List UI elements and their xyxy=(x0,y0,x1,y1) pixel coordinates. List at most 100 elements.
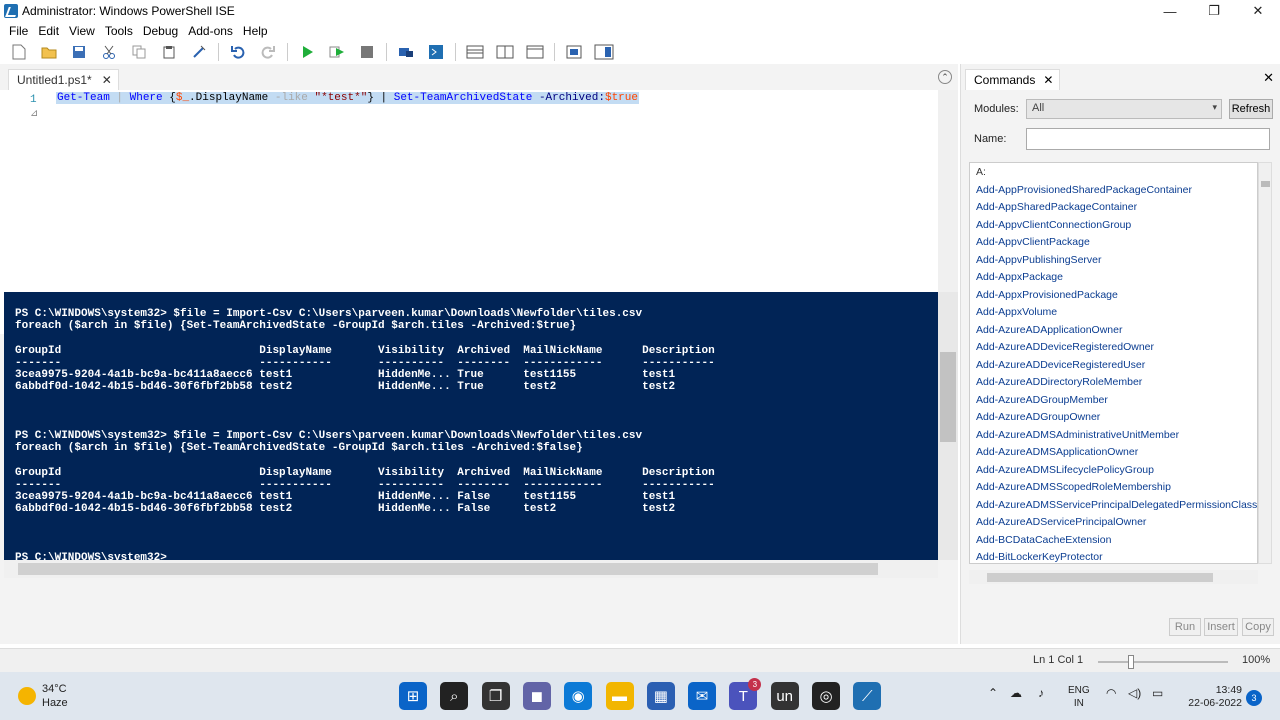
save-icon[interactable] xyxy=(68,42,90,62)
command-list-item[interactable]: Add-AzureADMSApplicationOwner xyxy=(976,446,1138,458)
menu-help[interactable]: Help xyxy=(238,24,273,38)
show-script-pane-top-icon[interactable] xyxy=(464,42,486,62)
name-filter-input[interactable] xyxy=(1026,128,1270,150)
close-pane-icon[interactable]: ✕ xyxy=(1263,70,1274,86)
copy-icon[interactable] xyxy=(128,42,150,62)
command-list-item[interactable]: Add-AzureADDeviceRegisteredUser xyxy=(976,359,1145,371)
command-list-horizontal-scrollbar[interactable] xyxy=(969,570,1258,584)
clock[interactable]: 13:49 22-06-2022 xyxy=(1178,684,1242,710)
command-list-scroll-thumb[interactable] xyxy=(1261,181,1270,187)
battery-icon[interactable]: ▭ xyxy=(1152,686,1163,700)
edge-icon[interactable]: ◉ xyxy=(564,682,593,710)
command-list-item[interactable]: Add-AzureADDirectoryRoleMember xyxy=(976,376,1142,388)
command-list-item[interactable]: Add-AppxProvisionedPackage xyxy=(976,289,1118,301)
command-list-item[interactable]: Add-AzureADMSAdministrativeUnitMember xyxy=(976,429,1179,441)
store-icon[interactable]: ▦ xyxy=(646,682,675,710)
menu-file[interactable]: File xyxy=(4,24,33,38)
command-list-vertical-scrollbar[interactable] xyxy=(1258,162,1272,564)
menu-tools[interactable]: Tools xyxy=(100,24,138,38)
clear-console-icon[interactable] xyxy=(188,42,210,62)
command-list-item[interactable]: Add-AzureADDeviceRegisteredOwner xyxy=(976,341,1154,353)
show-script-pane-right-icon[interactable] xyxy=(494,42,516,62)
show-command-window-icon[interactable] xyxy=(563,42,585,62)
console-hscroll-thumb[interactable] xyxy=(18,563,878,575)
microphone-icon[interactable]: ♪ xyxy=(1038,686,1044,700)
obs-icon[interactable]: ◎ xyxy=(812,682,840,710)
run-button[interactable]: Run xyxy=(1169,618,1201,636)
command-group-header[interactable]: A: xyxy=(976,166,986,178)
minimize-button[interactable]: — xyxy=(1148,0,1192,22)
tab-commands[interactable]: Commands ✕ xyxy=(965,69,1061,90)
close-button[interactable]: ✕ xyxy=(1236,0,1280,22)
command-list-item[interactable]: Add-AppProvisionedSharedPackageContainer xyxy=(976,184,1192,196)
onedrive-icon[interactable]: ☁ xyxy=(1010,686,1022,700)
console-scroll-thumb[interactable] xyxy=(940,352,956,442)
undo-icon[interactable] xyxy=(227,42,249,62)
chat-icon[interactable]: ◼ xyxy=(522,682,551,710)
command-list-item[interactable]: Add-AzureADMSLifecyclePolicyGroup xyxy=(976,464,1154,476)
remote-powershell-icon[interactable] xyxy=(395,42,417,62)
file-explorer-icon[interactable]: ▬ xyxy=(605,682,634,710)
new-file-icon[interactable] xyxy=(8,42,30,62)
open-folder-icon[interactable] xyxy=(38,42,60,62)
start-powershell-icon[interactable] xyxy=(425,42,447,62)
menu-view[interactable]: View xyxy=(64,24,100,38)
zoom-slider-thumb[interactable] xyxy=(1127,655,1134,669)
collapse-script-pane-icon[interactable]: ⌃ xyxy=(938,70,952,84)
command-list-item[interactable]: Add-BCDataCacheExtension xyxy=(976,534,1111,546)
tab-untitled1[interactable]: Untitled1.ps1* ✕ xyxy=(8,69,119,90)
paste-icon[interactable] xyxy=(158,42,180,62)
powershell-ise-icon[interactable]: ⟋ xyxy=(853,682,882,710)
notification-badge[interactable]: 3 xyxy=(1246,690,1262,706)
stop-icon[interactable] xyxy=(356,42,378,62)
console-pane[interactable]: PS C:\WINDOWS\system32> $file = Import-C… xyxy=(4,292,938,564)
un-app-icon[interactable]: un xyxy=(770,682,799,710)
menu-debug[interactable]: Debug xyxy=(138,24,183,38)
show-command-addon-icon[interactable] xyxy=(593,42,615,62)
command-list-item[interactable]: Add-AzureADGroupMember xyxy=(976,394,1108,406)
refresh-button[interactable]: Refresh xyxy=(1229,99,1273,119)
tab-close-icon[interactable]: ✕ xyxy=(102,73,112,87)
tab-commands-close-icon[interactable]: ✕ xyxy=(1043,73,1053,87)
command-list-item[interactable]: Add-BitLockerKeyProtector xyxy=(976,551,1103,563)
command-list-hscroll-thumb[interactable] xyxy=(987,573,1213,582)
teams-icon[interactable]: T3 xyxy=(729,678,762,710)
insert-button[interactable]: Insert xyxy=(1204,618,1238,636)
console-horizontal-scrollbar[interactable] xyxy=(4,560,938,578)
command-list-item[interactable]: Add-AzureADMSScopedRoleMembership xyxy=(976,481,1171,493)
zoom-slider[interactable] xyxy=(1098,661,1228,663)
command-list-item[interactable]: Add-AppxPackage xyxy=(976,271,1063,283)
command-list-item[interactable]: Add-AzureADApplicationOwner xyxy=(976,324,1123,336)
command-list-item[interactable]: Add-AppvClientConnectionGroup xyxy=(976,219,1131,231)
mail-icon[interactable]: ✉ xyxy=(688,682,717,710)
command-list-item[interactable]: Add-AzureADServicePrincipalOwner xyxy=(976,516,1146,528)
command-list-item[interactable]: Add-AzureADMSServicePrincipalDelegatedPe… xyxy=(976,499,1257,511)
redo-icon[interactable] xyxy=(257,42,279,62)
console-vertical-scrollbar[interactable] xyxy=(938,292,958,560)
show-script-pane-max-icon[interactable] xyxy=(524,42,546,62)
command-list-item[interactable]: Add-AppxVolume xyxy=(976,306,1057,318)
menu-edit[interactable]: Edit xyxy=(33,24,64,38)
language-indicator[interactable]: ENG IN xyxy=(1068,684,1090,710)
run-script-icon[interactable] xyxy=(296,42,318,62)
command-list-item[interactable]: Add-AppvPublishingServer xyxy=(976,254,1102,266)
command-list[interactable]: A: Add-AppProvisionedSharedPackageContain… xyxy=(969,162,1258,564)
code-line-1[interactable]: Get-Team | Where {$_.DisplayName -like "… xyxy=(56,92,639,104)
chevron-up-icon[interactable]: ⌃ xyxy=(988,686,998,700)
cut-icon[interactable] xyxy=(98,42,120,62)
search-icon[interactable]: ⌕ xyxy=(440,682,469,710)
wifi-icon[interactable]: ◠ xyxy=(1106,686,1116,700)
menu-add-ons[interactable]: Add-ons xyxy=(183,24,238,38)
modules-dropdown[interactable]: All ▾ xyxy=(1026,99,1222,119)
command-list-item[interactable]: Add-AppvClientPackage xyxy=(976,236,1090,248)
command-list-item[interactable]: Add-AzureADGroupOwner xyxy=(976,411,1100,423)
volume-icon[interactable]: ◁) xyxy=(1128,686,1141,700)
run-selection-icon[interactable] xyxy=(326,42,348,62)
weather-widget[interactable]: 34°C Haze xyxy=(18,682,68,710)
windows-start-icon[interactable]: ⊞ xyxy=(399,682,427,710)
task-view-icon[interactable]: ❐ xyxy=(481,682,510,710)
command-list-item[interactable]: Add-AppSharedPackageContainer xyxy=(976,201,1137,213)
maximize-button[interactable]: ❐ xyxy=(1192,0,1236,22)
copy-button[interactable]: Copy xyxy=(1242,618,1274,636)
